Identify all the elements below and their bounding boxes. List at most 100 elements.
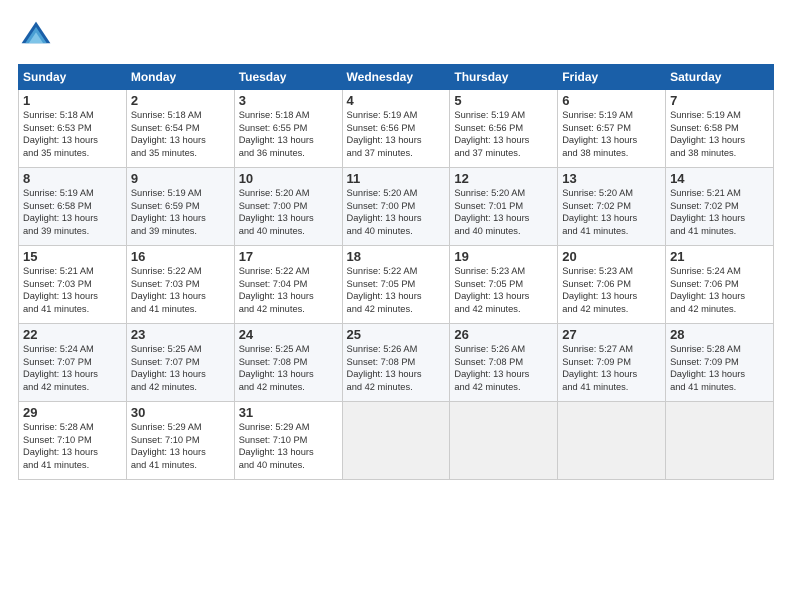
weekday-header-wednesday: Wednesday [342,65,450,90]
calendar-week-row: 8Sunrise: 5:19 AMSunset: 6:58 PMDaylight… [19,168,774,246]
calendar-cell: 9Sunrise: 5:19 AMSunset: 6:59 PMDaylight… [126,168,234,246]
day-number: 3 [239,93,338,108]
cell-details: Sunrise: 5:18 AMSunset: 6:53 PMDaylight:… [23,109,122,159]
weekday-header-sunday: Sunday [19,65,127,90]
day-number: 27 [562,327,661,342]
cell-details: Sunrise: 5:26 AMSunset: 7:08 PMDaylight:… [347,343,446,393]
weekday-header-friday: Friday [558,65,666,90]
calendar-cell: 2Sunrise: 5:18 AMSunset: 6:54 PMDaylight… [126,90,234,168]
calendar-cell: 20Sunrise: 5:23 AMSunset: 7:06 PMDayligh… [558,246,666,324]
weekday-header-monday: Monday [126,65,234,90]
cell-details: Sunrise: 5:27 AMSunset: 7:09 PMDaylight:… [562,343,661,393]
cell-details: Sunrise: 5:20 AMSunset: 7:00 PMDaylight:… [347,187,446,237]
calendar-cell [342,402,450,480]
day-number: 16 [131,249,230,264]
day-number: 25 [347,327,446,342]
calendar-cell: 21Sunrise: 5:24 AMSunset: 7:06 PMDayligh… [666,246,774,324]
calendar-cell: 22Sunrise: 5:24 AMSunset: 7:07 PMDayligh… [19,324,127,402]
cell-details: Sunrise: 5:20 AMSunset: 7:01 PMDaylight:… [454,187,553,237]
calendar-cell: 27Sunrise: 5:27 AMSunset: 7:09 PMDayligh… [558,324,666,402]
day-number: 30 [131,405,230,420]
day-number: 19 [454,249,553,264]
calendar-cell: 7Sunrise: 5:19 AMSunset: 6:58 PMDaylight… [666,90,774,168]
calendar-week-row: 1Sunrise: 5:18 AMSunset: 6:53 PMDaylight… [19,90,774,168]
day-number: 18 [347,249,446,264]
day-number: 4 [347,93,446,108]
calendar-cell: 29Sunrise: 5:28 AMSunset: 7:10 PMDayligh… [19,402,127,480]
calendar-cell: 14Sunrise: 5:21 AMSunset: 7:02 PMDayligh… [666,168,774,246]
day-number: 20 [562,249,661,264]
cell-details: Sunrise: 5:23 AMSunset: 7:05 PMDaylight:… [454,265,553,315]
calendar-cell: 23Sunrise: 5:25 AMSunset: 7:07 PMDayligh… [126,324,234,402]
calendar-cell: 3Sunrise: 5:18 AMSunset: 6:55 PMDaylight… [234,90,342,168]
cell-details: Sunrise: 5:19 AMSunset: 6:56 PMDaylight:… [347,109,446,159]
calendar-cell: 25Sunrise: 5:26 AMSunset: 7:08 PMDayligh… [342,324,450,402]
cell-details: Sunrise: 5:25 AMSunset: 7:08 PMDaylight:… [239,343,338,393]
calendar-cell: 15Sunrise: 5:21 AMSunset: 7:03 PMDayligh… [19,246,127,324]
cell-details: Sunrise: 5:29 AMSunset: 7:10 PMDaylight:… [239,421,338,471]
cell-details: Sunrise: 5:22 AMSunset: 7:03 PMDaylight:… [131,265,230,315]
day-number: 2 [131,93,230,108]
weekday-header-thursday: Thursday [450,65,558,90]
cell-details: Sunrise: 5:21 AMSunset: 7:02 PMDaylight:… [670,187,769,237]
cell-details: Sunrise: 5:22 AMSunset: 7:04 PMDaylight:… [239,265,338,315]
calendar-cell: 17Sunrise: 5:22 AMSunset: 7:04 PMDayligh… [234,246,342,324]
calendar-cell: 6Sunrise: 5:19 AMSunset: 6:57 PMDaylight… [558,90,666,168]
day-number: 14 [670,171,769,186]
cell-details: Sunrise: 5:19 AMSunset: 6:58 PMDaylight:… [23,187,122,237]
day-number: 7 [670,93,769,108]
day-number: 12 [454,171,553,186]
cell-details: Sunrise: 5:24 AMSunset: 7:06 PMDaylight:… [670,265,769,315]
calendar-cell: 4Sunrise: 5:19 AMSunset: 6:56 PMDaylight… [342,90,450,168]
calendar-cell [558,402,666,480]
cell-details: Sunrise: 5:25 AMSunset: 7:07 PMDaylight:… [131,343,230,393]
day-number: 8 [23,171,122,186]
day-number: 24 [239,327,338,342]
day-number: 6 [562,93,661,108]
day-number: 17 [239,249,338,264]
calendar-cell: 16Sunrise: 5:22 AMSunset: 7:03 PMDayligh… [126,246,234,324]
day-number: 11 [347,171,446,186]
cell-details: Sunrise: 5:19 AMSunset: 6:57 PMDaylight:… [562,109,661,159]
weekday-header-saturday: Saturday [666,65,774,90]
calendar-cell: 10Sunrise: 5:20 AMSunset: 7:00 PMDayligh… [234,168,342,246]
calendar-cell: 11Sunrise: 5:20 AMSunset: 7:00 PMDayligh… [342,168,450,246]
calendar-week-row: 15Sunrise: 5:21 AMSunset: 7:03 PMDayligh… [19,246,774,324]
calendar-cell: 28Sunrise: 5:28 AMSunset: 7:09 PMDayligh… [666,324,774,402]
cell-details: Sunrise: 5:22 AMSunset: 7:05 PMDaylight:… [347,265,446,315]
cell-details: Sunrise: 5:24 AMSunset: 7:07 PMDaylight:… [23,343,122,393]
cell-details: Sunrise: 5:21 AMSunset: 7:03 PMDaylight:… [23,265,122,315]
cell-details: Sunrise: 5:28 AMSunset: 7:10 PMDaylight:… [23,421,122,471]
calendar-cell: 24Sunrise: 5:25 AMSunset: 7:08 PMDayligh… [234,324,342,402]
logo [18,18,60,54]
calendar-cell [666,402,774,480]
calendar-cell: 12Sunrise: 5:20 AMSunset: 7:01 PMDayligh… [450,168,558,246]
day-number: 1 [23,93,122,108]
calendar-cell: 5Sunrise: 5:19 AMSunset: 6:56 PMDaylight… [450,90,558,168]
calendar-week-row: 29Sunrise: 5:28 AMSunset: 7:10 PMDayligh… [19,402,774,480]
cell-details: Sunrise: 5:18 AMSunset: 6:55 PMDaylight:… [239,109,338,159]
calendar-cell: 1Sunrise: 5:18 AMSunset: 6:53 PMDaylight… [19,90,127,168]
calendar-table: SundayMondayTuesdayWednesdayThursdayFrid… [18,64,774,480]
day-number: 29 [23,405,122,420]
cell-details: Sunrise: 5:20 AMSunset: 7:02 PMDaylight:… [562,187,661,237]
page: SundayMondayTuesdayWednesdayThursdayFrid… [0,0,792,612]
day-number: 23 [131,327,230,342]
cell-details: Sunrise: 5:23 AMSunset: 7:06 PMDaylight:… [562,265,661,315]
calendar-cell: 26Sunrise: 5:26 AMSunset: 7:08 PMDayligh… [450,324,558,402]
cell-details: Sunrise: 5:19 AMSunset: 6:58 PMDaylight:… [670,109,769,159]
header [18,18,774,54]
cell-details: Sunrise: 5:28 AMSunset: 7:09 PMDaylight:… [670,343,769,393]
day-number: 10 [239,171,338,186]
calendar-cell: 13Sunrise: 5:20 AMSunset: 7:02 PMDayligh… [558,168,666,246]
day-number: 13 [562,171,661,186]
weekday-header-row: SundayMondayTuesdayWednesdayThursdayFrid… [19,65,774,90]
day-number: 28 [670,327,769,342]
calendar-cell [450,402,558,480]
day-number: 9 [131,171,230,186]
cell-details: Sunrise: 5:19 AMSunset: 6:59 PMDaylight:… [131,187,230,237]
cell-details: Sunrise: 5:18 AMSunset: 6:54 PMDaylight:… [131,109,230,159]
cell-details: Sunrise: 5:20 AMSunset: 7:00 PMDaylight:… [239,187,338,237]
day-number: 21 [670,249,769,264]
day-number: 15 [23,249,122,264]
